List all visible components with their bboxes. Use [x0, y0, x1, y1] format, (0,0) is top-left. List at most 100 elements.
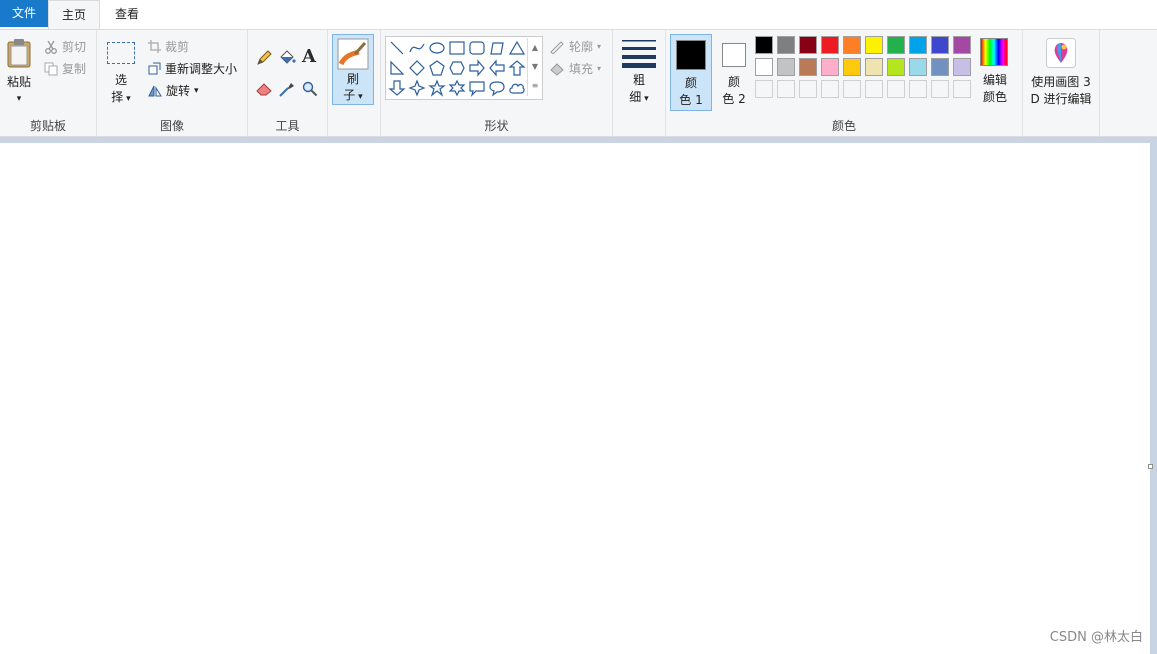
shape-item[interactable] — [508, 40, 526, 55]
line-width-icon — [622, 40, 656, 68]
palette-swatch[interactable] — [843, 36, 861, 54]
fill-label: 填充 — [569, 62, 594, 76]
resize-handle-right[interactable] — [1148, 464, 1153, 469]
crop-icon — [148, 40, 161, 53]
ribbon: 粘贴 ▾ 剪切 复制 剪贴板 选 择 ▾ 裁剪 重新调整大小 旋转 ▾ 图像 A… — [0, 29, 1157, 137]
rotate-button[interactable]: 旋转 ▾ — [148, 82, 199, 99]
brushes-label-1: 刷 — [346, 72, 359, 86]
paste-button[interactable]: 粘贴 ▾ — [2, 34, 36, 108]
tab-home[interactable]: 主页 — [48, 0, 100, 30]
outline-button[interactable]: 轮廓 ▾ — [549, 38, 601, 55]
shape-item[interactable] — [449, 41, 465, 55]
custom-color-slot[interactable] — [777, 80, 795, 98]
text-icon[interactable]: A — [302, 46, 316, 67]
drawing-canvas[interactable] — [0, 143, 1150, 654]
edit-colors-button[interactable]: 编辑 颜色 — [975, 36, 1015, 108]
palette-swatch[interactable] — [755, 58, 773, 76]
select-label-2: 择 ▾ — [111, 90, 131, 104]
custom-color-slot[interactable] — [755, 80, 773, 98]
shape-item[interactable] — [449, 61, 465, 75]
palette-swatch[interactable] — [887, 58, 905, 76]
magnifier-icon[interactable] — [302, 81, 318, 97]
shape-item[interactable] — [469, 59, 485, 77]
palette-swatch[interactable] — [909, 36, 927, 54]
shape-item[interactable] — [509, 83, 525, 94]
custom-color-slot[interactable] — [821, 80, 839, 98]
custom-color-slot[interactable] — [887, 80, 905, 98]
shape-item[interactable] — [469, 81, 485, 97]
shape-item[interactable] — [508, 60, 526, 76]
shape-item[interactable] — [429, 60, 445, 76]
shape-item[interactable] — [429, 42, 445, 54]
palette-swatch[interactable] — [931, 58, 949, 76]
color-wheel-icon — [980, 38, 1008, 66]
palette-swatch[interactable] — [865, 36, 883, 54]
custom-color-slot[interactable] — [931, 80, 949, 98]
color-palette — [755, 36, 975, 102]
resize-button[interactable]: 重新调整大小 — [148, 60, 237, 77]
fill-icon — [550, 62, 564, 76]
shape-item[interactable] — [489, 59, 505, 77]
palette-swatch[interactable] — [887, 36, 905, 54]
shape-item[interactable] — [390, 41, 404, 55]
palette-swatch[interactable] — [821, 36, 839, 54]
tab-view[interactable]: 查看 — [100, 0, 154, 29]
shape-item[interactable] — [469, 41, 485, 55]
shape-item[interactable] — [428, 79, 446, 97]
watermark: CSDN @林太白 — [1049, 630, 1143, 645]
shape-item[interactable] — [409, 43, 425, 53]
edit-with-paint3d-button[interactable]: 使用画图 3 D 进行编辑 — [1025, 34, 1097, 108]
palette-swatch[interactable] — [953, 36, 971, 54]
shapes-scroll[interactable]: ▲ ▼ ≡ — [527, 38, 542, 96]
shape-item[interactable] — [388, 80, 406, 96]
crop-label: 裁剪 — [165, 40, 190, 54]
paste-label: 粘贴 — [6, 75, 31, 89]
palette-swatch[interactable] — [799, 58, 817, 76]
clipboard-group: 粘贴 ▾ 剪切 复制 剪贴板 — [0, 30, 97, 137]
custom-color-slot[interactable] — [843, 80, 861, 98]
palette-swatch[interactable] — [777, 58, 795, 76]
brushes-label-2: 子 ▾ — [343, 88, 363, 102]
color-picker-icon[interactable] — [279, 81, 295, 97]
palette-swatch[interactable] — [909, 58, 927, 76]
shape-item[interactable] — [489, 81, 505, 97]
color2-label-1: 颜 — [727, 75, 740, 89]
shapes-gallery[interactable] — [385, 36, 543, 100]
shape-item[interactable] — [448, 79, 466, 97]
scissors-icon — [45, 40, 57, 54]
resize-label: 重新调整大小 — [165, 62, 238, 76]
fill-button[interactable]: 填充 ▾ — [549, 60, 601, 77]
tab-file[interactable]: 文件 — [0, 0, 48, 27]
copy-button[interactable]: 复制 — [44, 60, 86, 77]
resize-icon — [148, 62, 161, 75]
cut-button[interactable]: 剪切 — [44, 38, 86, 55]
brushes-button[interactable]: 刷 子 ▾ — [332, 34, 374, 105]
color1-button[interactable]: 颜 色 1 — [670, 34, 712, 111]
palette-swatch[interactable] — [821, 58, 839, 76]
pencil-icon[interactable] — [256, 50, 272, 66]
custom-color-slot[interactable] — [865, 80, 883, 98]
eraser-icon[interactable] — [256, 82, 273, 96]
crop-button[interactable]: 裁剪 — [148, 38, 189, 55]
custom-color-slot[interactable] — [953, 80, 971, 98]
shape-item[interactable] — [390, 60, 405, 75]
palette-swatch[interactable] — [843, 58, 861, 76]
custom-color-slot[interactable] — [909, 80, 927, 98]
palette-swatch[interactable] — [755, 36, 773, 54]
shape-item[interactable] — [490, 42, 504, 55]
select-button[interactable]: 选 择 ▾ — [103, 38, 139, 110]
palette-swatch[interactable] — [799, 36, 817, 54]
shape-item[interactable] — [409, 60, 425, 76]
color2-label-2: 色 2 — [722, 92, 746, 106]
ribbon-tabs: 文件 主页 查看 — [0, 0, 1157, 30]
palette-swatch[interactable] — [777, 36, 795, 54]
copy-icon — [44, 62, 58, 75]
shape-item[interactable] — [408, 79, 426, 97]
color2-button[interactable]: 颜 色 2 — [714, 34, 754, 111]
size-button[interactable]: 粗 细 ▾ — [619, 36, 659, 108]
palette-swatch[interactable] — [865, 58, 883, 76]
fill-bucket-icon[interactable] — [278, 49, 296, 66]
palette-swatch[interactable] — [931, 36, 949, 54]
palette-swatch[interactable] — [953, 58, 971, 76]
custom-color-slot[interactable] — [799, 80, 817, 98]
